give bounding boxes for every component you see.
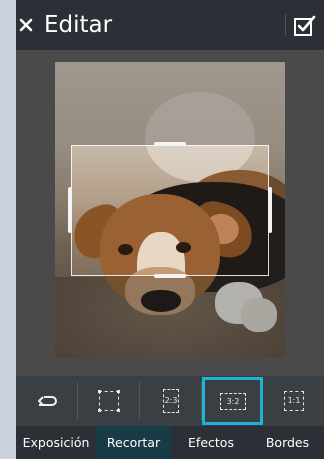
confirm-button[interactable] (286, 0, 324, 50)
tab-efectos[interactable]: Efectos (171, 426, 251, 459)
crop-1-1-icon: 1:1 (284, 391, 304, 411)
tab-exposicion[interactable]: Exposición (16, 426, 96, 459)
crop-free-icon (98, 390, 120, 412)
crop-2-3-icon: 2:3 (163, 389, 179, 413)
close-button[interactable] (16, 0, 42, 50)
crop-free-button[interactable] (78, 376, 139, 426)
crop-frame[interactable] (71, 145, 269, 276)
close-icon (19, 18, 33, 32)
crop-dim-top (55, 62, 285, 145)
header-bar: Editar (16, 0, 324, 50)
tab-bar: Exposición Recortar Efectos Bordes (16, 426, 324, 459)
crop-3-2-button[interactable]: 3:2 (202, 377, 263, 425)
crop-1-1-button[interactable]: 1:1 (263, 376, 324, 426)
crop-3-2-icon: 3:2 (220, 393, 246, 410)
crop-dim-bottom (55, 276, 285, 358)
crop-handle-right[interactable] (268, 187, 272, 233)
tab-bordes[interactable]: Bordes (251, 426, 324, 459)
crop-handle-bottom[interactable] (154, 274, 186, 278)
page-title: Editar (44, 12, 113, 38)
crop-handle-top[interactable] (154, 142, 186, 146)
tab-recortar[interactable]: Recortar (96, 426, 171, 459)
crop-toolbar: 2:3 3:2 1:1 (16, 376, 324, 426)
undo-icon (38, 396, 57, 406)
crop-2-3-button[interactable]: 2:3 (140, 376, 201, 426)
checkbox-confirm-icon (294, 15, 316, 36)
editor-canvas (16, 50, 324, 376)
undo-button[interactable] (16, 376, 77, 426)
photo-editor: Editar 2:3 3:2 1:1 Exposición Recortar E… (16, 0, 324, 459)
crop-handle-left[interactable] (68, 187, 72, 233)
